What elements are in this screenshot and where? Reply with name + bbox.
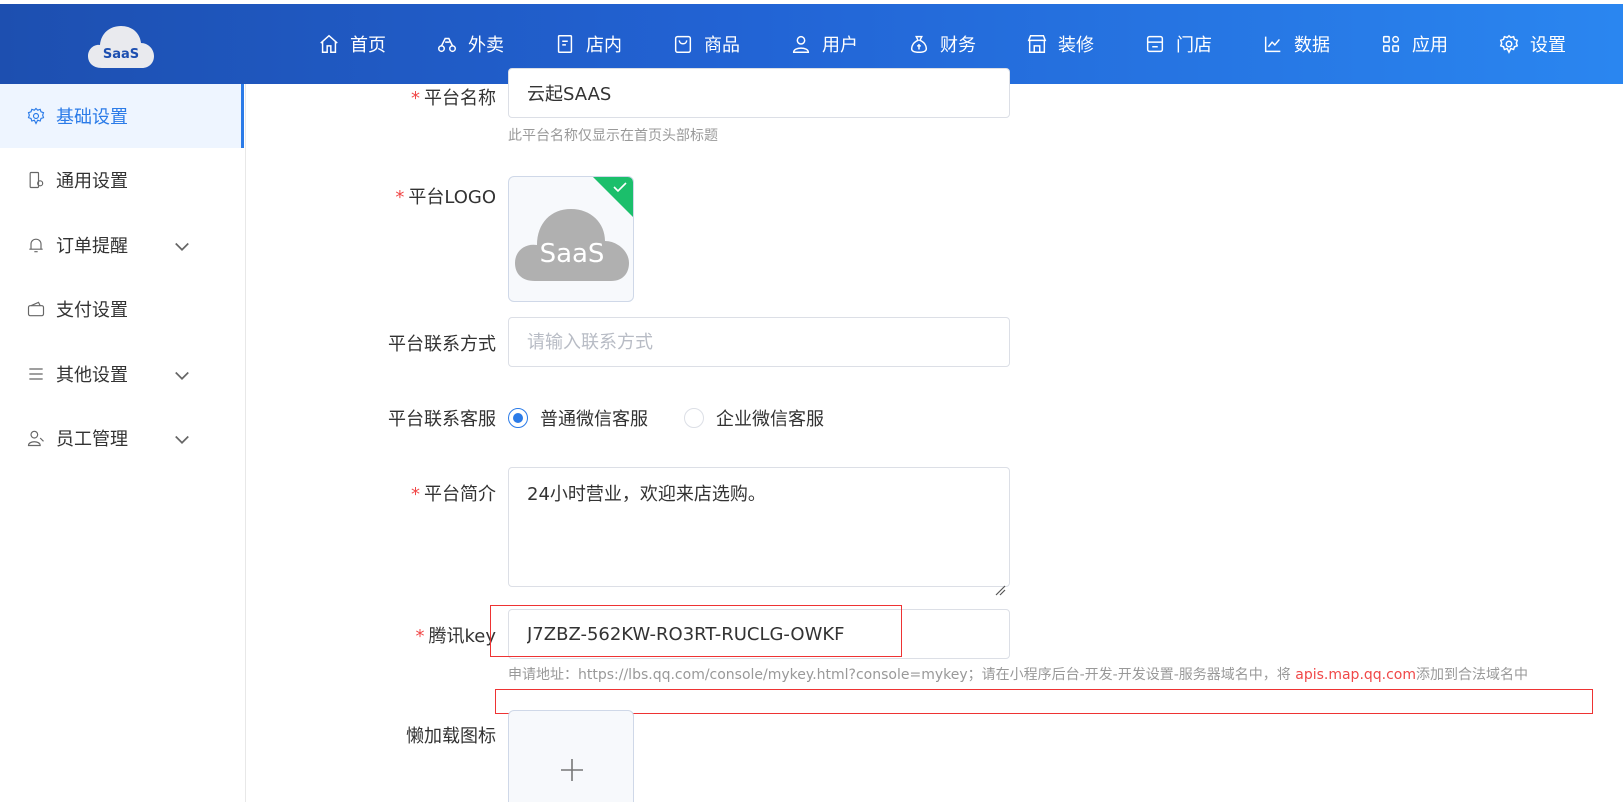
contact-input[interactable] <box>508 317 1010 367</box>
contact-label: 平台联系方式 <box>388 334 496 355</box>
platform-logo-label: * 平台LOGO <box>395 187 496 208</box>
nav-label: 财务 <box>940 35 976 56</box>
sidebar-item-payment-settings[interactable]: 支付设置 <box>0 277 244 341</box>
nav-label: 装修 <box>1058 35 1094 56</box>
nav-decorate[interactable]: 装修 <box>1026 31 1094 57</box>
chevron-down-icon <box>175 242 189 251</box>
nav-takeout[interactable]: 外卖 <box>436 31 504 57</box>
lazy-icon-label: 懒加载图标 <box>406 726 496 747</box>
money-bag-icon <box>910 35 928 53</box>
nav-settings[interactable]: 设置 <box>1498 31 1566 57</box>
platform-name-label: * 平台名称 <box>411 88 496 109</box>
customer-service-label: 平台联系客服 <box>388 409 496 430</box>
radio-dot <box>508 408 528 428</box>
phone-gear-icon <box>29 171 44 189</box>
wallet-icon <box>27 301 45 317</box>
bell-icon <box>29 238 43 253</box>
sidebar: 基础设置 通用设置 订单提醒 支付设置 其他设置 员工管理 <box>0 84 246 802</box>
gear-icon <box>1499 34 1519 54</box>
chevron-down-icon <box>175 371 189 380</box>
nav-apps[interactable]: 应用 <box>1380 31 1448 57</box>
nav-home[interactable]: 首页 <box>318 31 386 57</box>
lazy-icon-upload[interactable] <box>508 710 634 802</box>
radio-enterprise-wechat-service[interactable]: 企业微信客服 <box>684 405 824 431</box>
sidebar-item-general-settings[interactable]: 通用设置 <box>0 148 244 212</box>
plus-icon <box>561 759 583 781</box>
nav-label: 店内 <box>586 35 622 56</box>
highlight-box <box>495 689 1593 714</box>
check-icon <box>613 182 627 193</box>
storefront-icon <box>1027 35 1047 53</box>
nav-label: 数据 <box>1294 35 1330 56</box>
nav-label: 外卖 <box>468 35 504 56</box>
nav-data[interactable]: 数据 <box>1262 31 1330 57</box>
settings-form: *平台名称 此平台名称仅显示在首页头部标题 *平台LOGO SaaS 平台联系方… <box>246 68 1623 802</box>
nav-instore[interactable]: 店内 <box>554 31 622 57</box>
list-icon <box>29 368 43 380</box>
customer-service-radio-group: 普通微信客服 企业微信客服 <box>508 405 824 431</box>
nav-label: 门店 <box>1176 35 1212 56</box>
bag-icon <box>674 35 692 53</box>
tencent-key-hint: 申请地址：https://lbs.qq.com/console/mykey.ht… <box>508 667 1529 683</box>
staff-icon <box>27 430 44 447</box>
nav-users[interactable]: 用户 <box>790 31 858 57</box>
resize-handle-icon[interactable] <box>994 584 1006 596</box>
nav-label: 应用 <box>1412 35 1448 56</box>
sidebar-item-label: 通用设置 <box>56 171 128 192</box>
sidebar-item-label: 订单提醒 <box>56 236 128 257</box>
nav-stores[interactable]: 门店 <box>1144 31 1212 57</box>
store-tag-icon <box>557 35 573 53</box>
sidebar-item-basic-settings[interactable]: 基础设置 <box>0 84 244 148</box>
scooter-icon <box>438 37 456 53</box>
logo-image-text: SaaS <box>539 239 605 269</box>
intro-label: * 平台简介 <box>411 484 496 505</box>
sidebar-item-label: 员工管理 <box>56 429 128 450</box>
radio-dot <box>684 408 704 428</box>
nav-label: 商品 <box>704 35 740 56</box>
cloud-logo-icon <box>88 26 154 68</box>
tencent-key-input[interactable] <box>508 609 1010 659</box>
nav-goods[interactable]: 商品 <box>672 31 740 57</box>
chevron-down-icon <box>175 435 189 444</box>
logo-text: SaaS <box>102 47 140 62</box>
gear-icon <box>27 107 45 125</box>
sidebar-item-order-reminder[interactable]: 订单提醒 <box>0 213 244 277</box>
shop-icon <box>1146 35 1164 53</box>
home-icon <box>320 34 338 53</box>
platform-name-input[interactable] <box>508 68 1010 118</box>
sidebar-item-label: 基础设置 <box>56 107 128 128</box>
chart-line-icon <box>1264 36 1281 53</box>
platform-logo-upload[interactable]: SaaS <box>508 176 634 302</box>
nav-label: 设置 <box>1530 35 1566 56</box>
nav-finance[interactable]: 财务 <box>908 31 976 57</box>
sidebar-item-label: 其他设置 <box>56 365 128 386</box>
intro-textarea[interactable]: 24小时营业，欢迎来店选购。 <box>508 467 1010 587</box>
nav-label: 首页 <box>350 35 386 56</box>
sidebar-item-label: 支付设置 <box>56 300 128 321</box>
brand-logo[interactable]: SaaS <box>0 4 246 84</box>
sidebar-item-staff-management[interactable]: 员工管理 <box>0 406 244 470</box>
tencent-key-label: * 腾讯key <box>415 626 496 647</box>
user-icon <box>792 35 810 53</box>
apps-icon <box>1382 35 1400 53</box>
platform-name-hint: 此平台名称仅显示在首页头部标题 <box>508 128 718 144</box>
sidebar-item-other-settings[interactable]: 其他设置 <box>0 342 244 406</box>
radio-wechat-service[interactable]: 普通微信客服 <box>508 405 648 431</box>
nav-label: 用户 <box>822 35 858 56</box>
